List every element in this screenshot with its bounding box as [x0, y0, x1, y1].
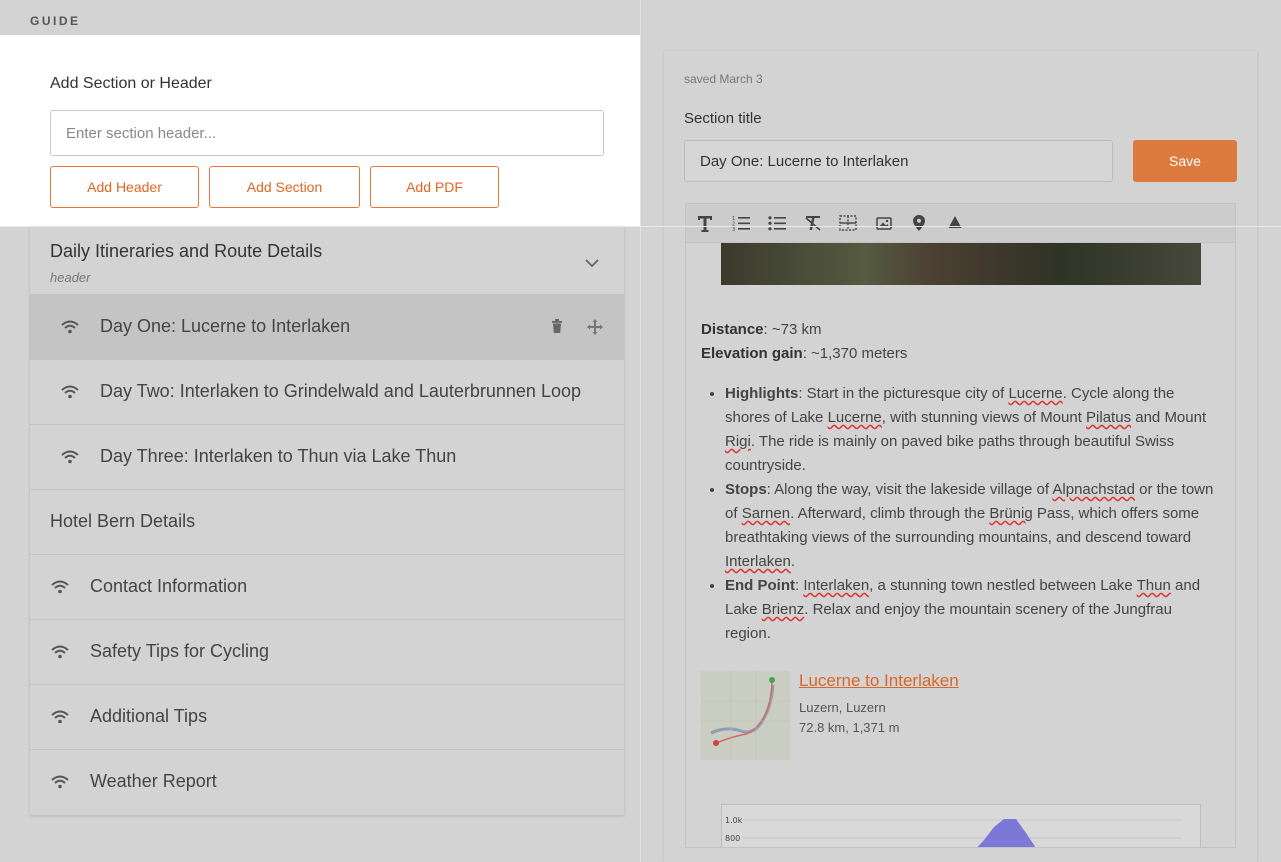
section-item-safety[interactable]: Safety Tips for Cycling: [30, 620, 624, 685]
trash-icon[interactable]: [551, 319, 563, 333]
section-item-additional-tips[interactable]: Additional Tips: [30, 685, 624, 750]
horizontal-guide-line: [0, 226, 1281, 227]
add-card-title: Add Section or Header: [50, 75, 212, 92]
column-divider: [640, 0, 641, 862]
add-header-button[interactable]: Add Header: [50, 166, 199, 208]
chevron-down-icon[interactable]: [584, 258, 600, 268]
list-item: Highlights: Start in the picturesque cit…: [725, 382, 1221, 478]
add-section-button[interactable]: Add Section: [209, 166, 360, 208]
bullet-list-icon[interactable]: [768, 215, 786, 231]
list-item: End Point: Interlaken, a stunning town n…: [725, 574, 1221, 646]
wifi-icon: [51, 645, 69, 659]
wifi-icon: [51, 775, 69, 789]
image-icon[interactable]: [876, 215, 892, 231]
add-pdf-button[interactable]: Add PDF: [370, 166, 499, 208]
highlights-list: Highlights: Start in the picturesque cit…: [701, 382, 1221, 646]
section-title-input[interactable]: Day One: Lucerne to Interlaken: [684, 140, 1113, 182]
elev-tick-label: 1.0k: [725, 816, 743, 825]
header-item-hotel-bern[interactable]: Hotel Bern Details: [30, 490, 624, 555]
map-pin-icon[interactable]: [913, 215, 925, 231]
route-photo: [721, 243, 1201, 285]
list-item: Stops: Along the way, visit the lakeside…: [725, 478, 1221, 574]
route-location: Luzern, Luzern: [799, 700, 886, 715]
wifi-icon: [51, 710, 69, 724]
route-stats: 72.8 km, 1,371 m: [799, 720, 900, 735]
elevation-line: Elevation gain: ~1,370 meters: [701, 345, 908, 362]
wifi-icon: [61, 450, 79, 464]
wifi-icon: [61, 385, 79, 399]
route-title-link[interactable]: Lucerne to Interlaken: [799, 671, 959, 691]
section-item-label: Day Three: Interlaken to Thun via Lake T…: [100, 446, 457, 466]
wifi-icon: [61, 320, 79, 334]
section-item-label: Day One: Lucerne to Interlaken: [100, 316, 351, 336]
section-title-label: Section title: [684, 110, 762, 127]
text-format-icon[interactable]: [697, 215, 713, 233]
section-item-weather[interactable]: Weather Report: [30, 750, 624, 815]
section-item-label: Weather Report: [90, 771, 217, 791]
section-item-label: Additional Tips: [90, 706, 208, 726]
guide-label: GUIDE: [30, 14, 81, 28]
save-button[interactable]: Save: [1133, 140, 1237, 182]
editor-toolbar: 123: [685, 203, 1236, 243]
elevation-area: [977, 819, 1035, 847]
section-item-label: Contact Information: [90, 576, 248, 596]
drag-move-icon[interactable]: [587, 319, 603, 335]
elev-tick-label: 800: [725, 834, 740, 843]
header-type-label: header: [50, 270, 91, 285]
clear-format-icon[interactable]: [804, 215, 822, 231]
section-item-label: Day Two: Interlaken to Grindelwald and L…: [100, 381, 581, 401]
wifi-icon: [51, 580, 69, 594]
section-item-day-two[interactable]: Day Two: Interlaken to Grindelwald and L…: [30, 360, 624, 425]
saved-status: saved March 3: [684, 72, 763, 86]
section-header-input[interactable]: [50, 110, 604, 156]
section-list: Daily Itineraries and Route Details head…: [30, 226, 624, 815]
distance-line: Distance: ~73 km: [701, 321, 822, 338]
route-map-thumbnail[interactable]: [701, 671, 790, 760]
section-item-day-three[interactable]: Day Three: Interlaken to Thun via Lake T…: [30, 425, 624, 490]
editor-content[interactable]: Distance: ~73 km Elevation gain: ~1,370 …: [685, 243, 1236, 848]
section-item-label: Safety Tips for Cycling: [90, 641, 270, 661]
section-item-day-one[interactable]: Day One: Lucerne to Interlaken: [30, 295, 624, 360]
header-title: Daily Itineraries and Route Details: [50, 241, 323, 261]
add-section-card: Add Section or Header Add Header Add Sec…: [30, 51, 624, 226]
header-item-daily-itineraries[interactable]: Daily Itineraries and Route Details head…: [30, 226, 624, 295]
svg-text:3: 3: [732, 227, 735, 231]
table-icon[interactable]: [839, 215, 857, 231]
elevation-profile-chart: 1.0k 800: [721, 804, 1201, 847]
ordered-list-icon[interactable]: 123: [732, 215, 750, 231]
header-title: Hotel Bern Details: [50, 511, 196, 531]
section-item-contact[interactable]: Contact Information: [30, 555, 624, 620]
